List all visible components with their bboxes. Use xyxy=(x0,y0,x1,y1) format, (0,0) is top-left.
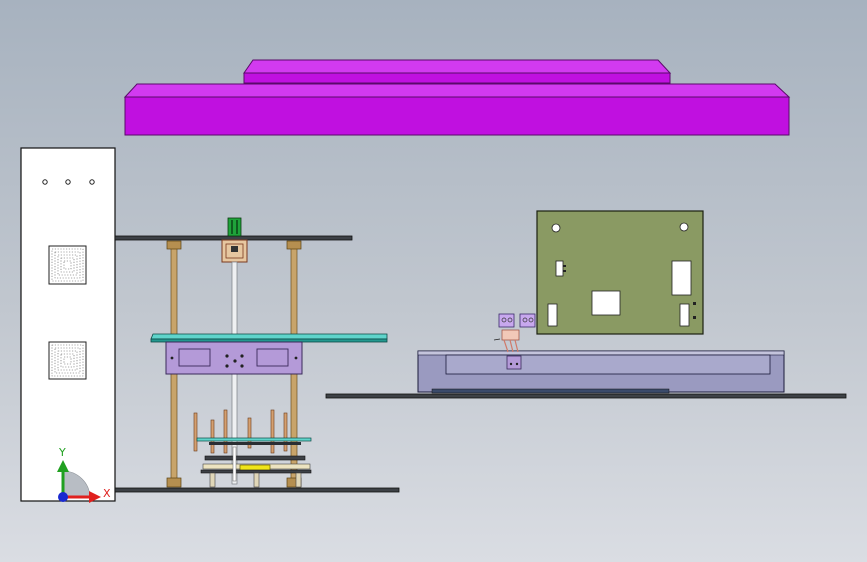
cad-graphics-viewport[interactable]: Y X xyxy=(0,0,867,562)
board-chip xyxy=(591,290,621,316)
cyan-moving-plate xyxy=(150,333,388,343)
magenta-cover-part[interactable] xyxy=(123,59,791,136)
lavender-carriage-panel xyxy=(165,341,303,375)
board-connector-right xyxy=(679,303,690,327)
triad-x-label: X xyxy=(103,487,111,500)
base-plate xyxy=(325,393,847,399)
circuit-board-pcb xyxy=(536,210,704,335)
tower-frame-assembly[interactable] xyxy=(114,217,400,493)
side-enclosure-panel[interactable] xyxy=(20,147,116,502)
triad-y-label: Y xyxy=(58,446,66,459)
board-connector-left xyxy=(547,303,558,327)
control-board-assembly[interactable] xyxy=(325,210,847,399)
motor-coupler xyxy=(221,239,248,263)
board-connector-small xyxy=(555,260,564,277)
cad-assembly-drawing[interactable]: Y X xyxy=(0,0,867,562)
board-header-right xyxy=(671,260,692,296)
vent-grille-lower xyxy=(48,341,87,380)
base-tray xyxy=(417,350,785,394)
vent-grille-upper xyxy=(48,245,87,285)
stepper-motor xyxy=(227,217,242,237)
lower-teal-platform xyxy=(196,437,312,442)
lower-standoff-pins xyxy=(193,409,288,454)
